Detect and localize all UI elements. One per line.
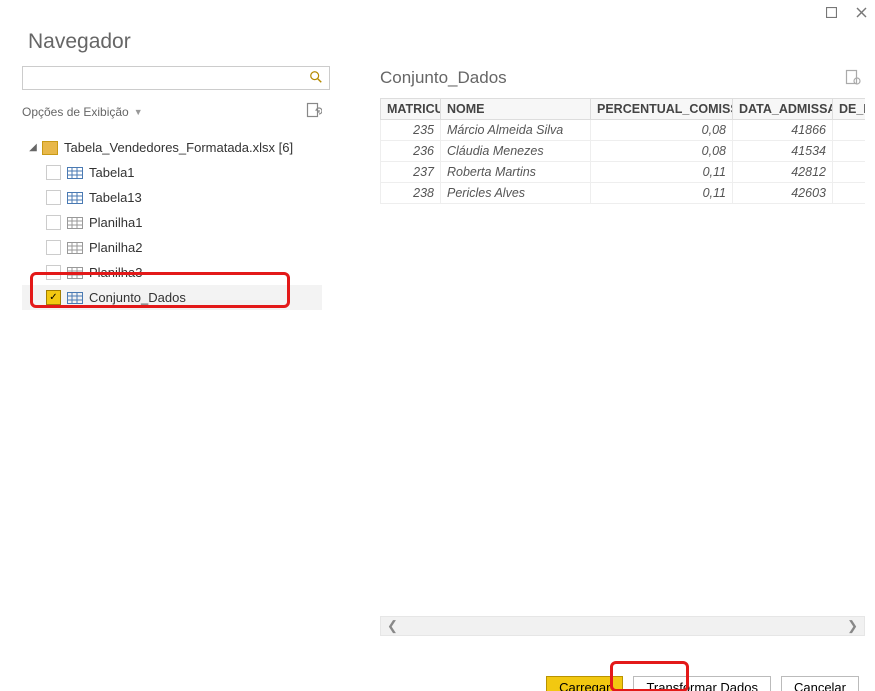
col-percentual[interactable]: PERCENTUAL_COMISSAO [591, 99, 733, 120]
tree-root-file[interactable]: ◢ Tabela_Vendedores_Formatada.xlsx [6] [22, 135, 322, 160]
refresh-preview-icon[interactable] [845, 69, 861, 88]
chevron-down-icon: ▼ [134, 107, 143, 117]
tree-item-conjunto-dados[interactable]: ✓ Conjunto_Dados [22, 285, 322, 310]
tree-item-label: Tabela13 [89, 190, 142, 205]
table-icon [67, 242, 83, 254]
cell: Cláudia Menezes [441, 141, 591, 162]
cell [833, 141, 866, 162]
search-input-container[interactable] [22, 66, 330, 90]
transform-button[interactable]: Transformar Dados [633, 676, 771, 691]
tree-root-label: Tabela_Vendedores_Formatada.xlsx [6] [64, 140, 293, 155]
horizontal-scrollbar[interactable]: ❮ ❯ [380, 616, 865, 636]
checkbox[interactable] [46, 265, 61, 280]
cell: 0,11 [591, 183, 733, 204]
tree-item-planilha3[interactable]: Planilha3 [22, 260, 322, 285]
table-row[interactable]: 236 Cláudia Menezes 0,08 41534 [381, 141, 866, 162]
cell: Roberta Martins [441, 162, 591, 183]
cell: 41534 [733, 141, 833, 162]
table-icon [67, 217, 83, 229]
tree-item-tabela1[interactable]: Tabela1 [22, 160, 322, 185]
folder-icon [42, 141, 58, 155]
cell: 0,08 [591, 141, 733, 162]
cell [833, 162, 866, 183]
checkbox-checked[interactable]: ✓ [46, 290, 61, 305]
checkbox[interactable] [46, 190, 61, 205]
caret-down-icon[interactable]: ◢ [28, 142, 38, 153]
cell: 41866 [733, 120, 833, 141]
page-title: Navegador [0, 24, 875, 64]
checkbox[interactable] [46, 215, 61, 230]
tree-item-planilha2[interactable]: Planilha2 [22, 235, 322, 260]
tree-item-planilha1[interactable]: Planilha1 [22, 210, 322, 235]
cell: 42812 [733, 162, 833, 183]
cell [833, 183, 866, 204]
cell: 238 [381, 183, 441, 204]
cancel-button[interactable]: Cancelar [781, 676, 859, 691]
cell: 236 [381, 141, 441, 162]
tree-item-label: Planilha3 [89, 265, 143, 280]
table-icon [67, 267, 83, 279]
preview-table: MATRICULA NOME PERCENTUAL_COMISSAO DATA_… [380, 98, 865, 204]
col-data[interactable]: DATA_ADMISSAO [733, 99, 833, 120]
cell: 0,11 [591, 162, 733, 183]
scroll-left-icon[interactable]: ❮ [381, 618, 404, 634]
tree-item-tabela13[interactable]: Tabela13 [22, 185, 322, 210]
table-icon [67, 167, 83, 179]
load-button[interactable]: Carregar [546, 676, 623, 691]
table-row[interactable]: 237 Roberta Martins 0,11 42812 [381, 162, 866, 183]
preview-title: Conjunto_Dados [380, 68, 507, 88]
table-icon [67, 192, 83, 204]
cell: 42603 [733, 183, 833, 204]
display-options-label: Opções de Exibição [22, 105, 129, 119]
tree-item-label: Conjunto_Dados [89, 290, 186, 305]
cell: 235 [381, 120, 441, 141]
close-icon[interactable] [855, 6, 867, 18]
cell: 237 [381, 162, 441, 183]
search-icon[interactable] [309, 70, 323, 87]
cell: Márcio Almeida Silva [441, 120, 591, 141]
col-de[interactable]: DE_I [833, 99, 866, 120]
display-options-dropdown[interactable]: Opções de Exibição ▼ [22, 105, 143, 119]
table-icon [67, 292, 83, 304]
col-nome[interactable]: NOME [441, 99, 591, 120]
col-matricula[interactable]: MATRICULA [381, 99, 441, 120]
maximize-icon[interactable] [825, 6, 837, 18]
search-input[interactable] [27, 70, 309, 87]
table-row[interactable]: 238 Pericles Alves 0,11 42603 [381, 183, 866, 204]
tree-item-label: Planilha2 [89, 240, 143, 255]
cell: 0,08 [591, 120, 733, 141]
tree-item-label: Planilha1 [89, 215, 143, 230]
table-row[interactable]: 235 Márcio Almeida Silva 0,08 41866 [381, 120, 866, 141]
cell [833, 120, 866, 141]
checkbox[interactable] [46, 165, 61, 180]
scroll-right-icon[interactable]: ❯ [841, 618, 864, 634]
refresh-icon[interactable] [306, 102, 322, 121]
cell: Pericles Alves [441, 183, 591, 204]
tree-item-label: Tabela1 [89, 165, 135, 180]
checkbox[interactable] [46, 240, 61, 255]
